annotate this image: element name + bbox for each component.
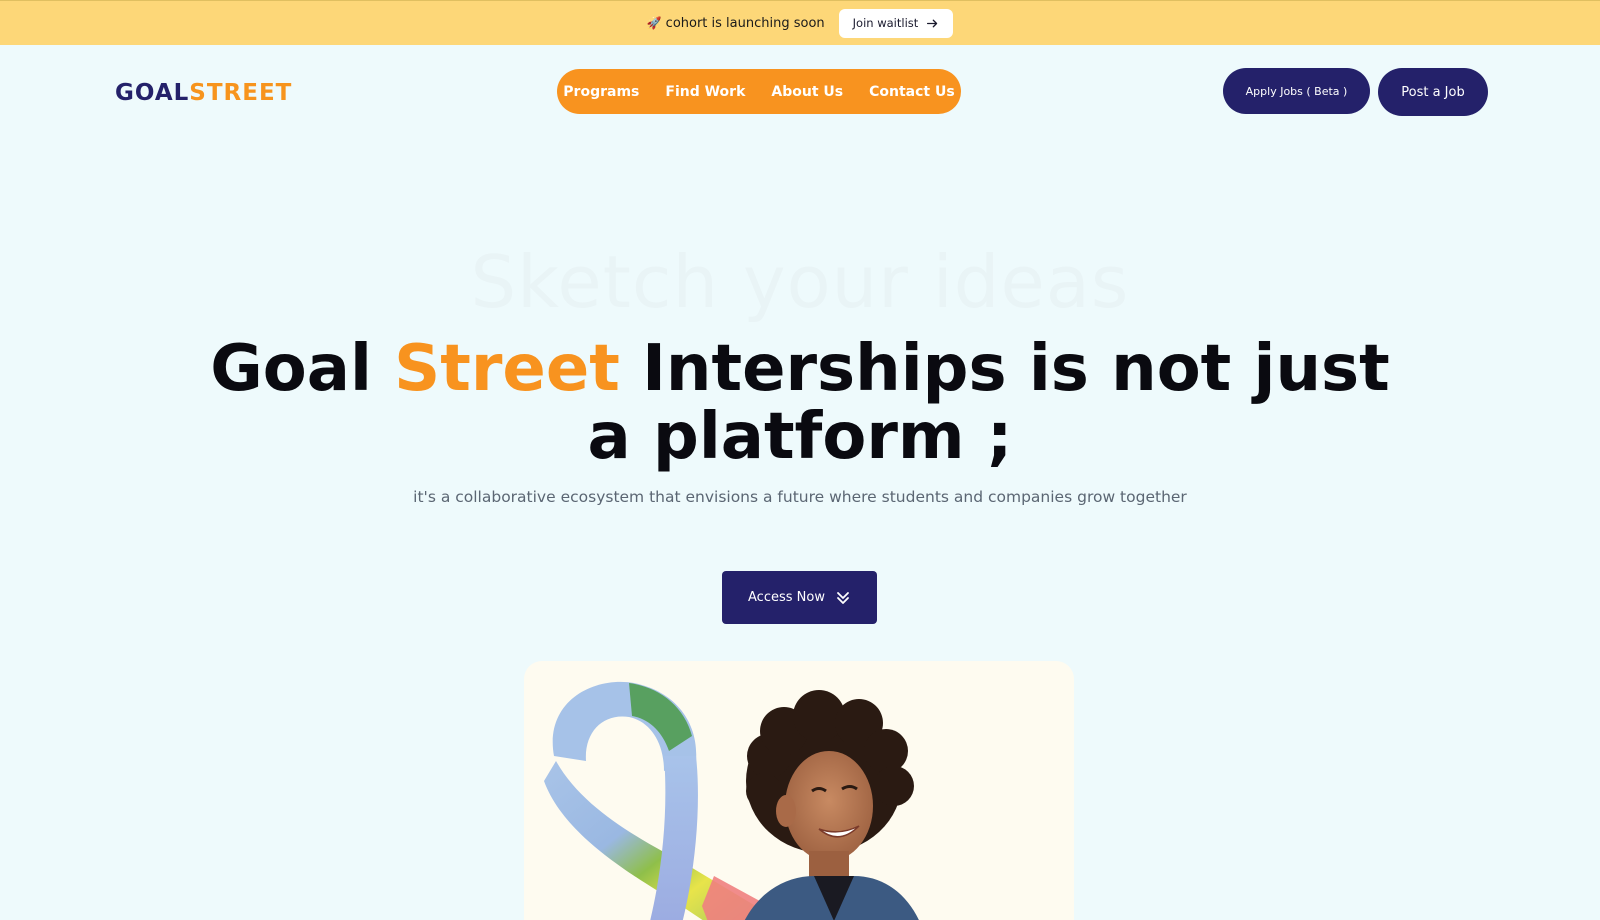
- chevrons-down-icon: [837, 591, 849, 604]
- nav-item-about-us[interactable]: About Us: [771, 84, 843, 100]
- apply-jobs-label: Apply Jobs ( Beta ): [1245, 84, 1348, 98]
- person-photo: [744, 690, 919, 920]
- hero-headline: Goal Street Interships is not just a pla…: [200, 335, 1400, 471]
- access-now-button[interactable]: Access Now: [722, 571, 877, 624]
- post-job-label: Post a Job: [1401, 84, 1465, 100]
- rocket-icon: 🚀: [646, 16, 662, 30]
- access-now-label: Access Now: [748, 590, 825, 605]
- ghost-background-text: Sketch your ideas: [470, 240, 1130, 324]
- announcement-bar: 🚀 cohort is launching soon Join waitlist: [0, 0, 1600, 45]
- hero-illustration: [544, 681, 919, 920]
- apply-jobs-button[interactable]: Apply Jobs ( Beta ): [1223, 68, 1370, 114]
- arrow-right-icon: [927, 19, 938, 27]
- nav-item-find-work[interactable]: Find Work: [665, 84, 745, 100]
- join-waitlist-button[interactable]: Join waitlist: [838, 8, 954, 38]
- nav-item-programs[interactable]: Programs: [563, 84, 639, 100]
- headline-part1: Goal: [210, 332, 395, 406]
- goalstreet-logo[interactable]: GOAL STREET: [115, 78, 292, 108]
- headline-accent: Street: [394, 332, 620, 406]
- logo-part-street: STREET: [189, 80, 293, 106]
- nav-item-contact-us[interactable]: Contact Us: [869, 84, 955, 100]
- logo-part-goal: GOAL: [115, 80, 190, 106]
- headline-part2: Interships is not just a platform ;: [587, 332, 1390, 474]
- hero-image-card: [524, 661, 1074, 920]
- announcement-text-wrap: 🚀 cohort is launching soon: [647, 16, 825, 31]
- page: 🚀 cohort is launching soon Join waitlist…: [0, 0, 1600, 920]
- announcement-text: cohort is launching soon: [665, 15, 825, 31]
- join-waitlist-label: Join waitlist: [852, 16, 919, 30]
- hero-subheadline: it's a collaborative ecosystem that envi…: [413, 488, 1187, 506]
- post-job-button[interactable]: Post a Job: [1378, 68, 1488, 116]
- main-nav: Programs Find Work About Us Contact Us: [557, 69, 961, 114]
